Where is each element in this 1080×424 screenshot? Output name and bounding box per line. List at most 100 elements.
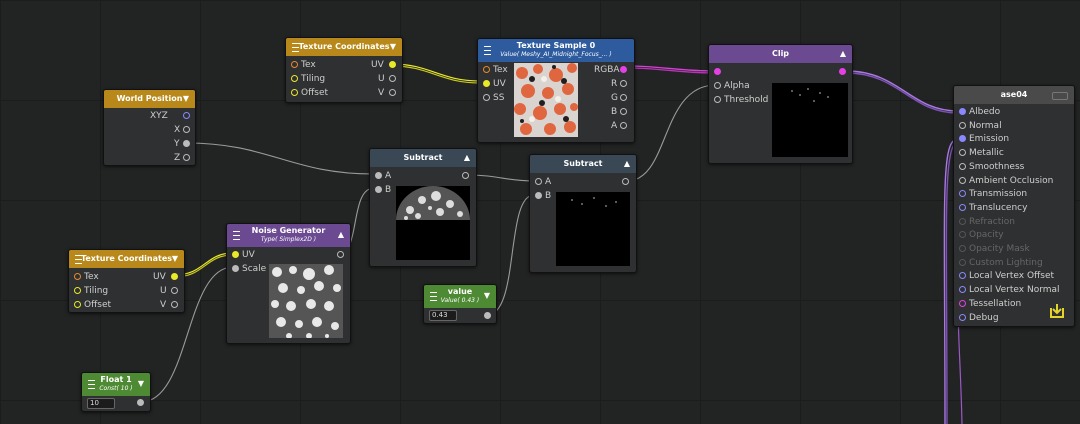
chevron-down-icon[interactable]: ▼ — [484, 290, 490, 301]
node-header[interactable]: Subtract ▲ — [370, 149, 476, 167]
collapse-icon[interactable]: ▲ — [464, 149, 470, 167]
subtract-preview-2 — [556, 192, 630, 266]
float-value-field[interactable]: 10 — [87, 398, 115, 409]
menu-icon[interactable] — [75, 255, 82, 264]
input-port[interactable] — [959, 121, 966, 129]
value-node[interactable]: value Value( 0.43 ) ▼ 0.43 — [423, 284, 497, 324]
output-port[interactable] — [622, 178, 629, 185]
output-port[interactable] — [484, 312, 491, 319]
output-port[interactable] — [389, 89, 396, 96]
output-port[interactable] — [462, 172, 469, 179]
texture-coordinates-node-top[interactable]: Texture Coordinates ▼ Tex Tiling Offset … — [285, 37, 403, 103]
output-input-label: Local Vertex Normal — [969, 285, 1060, 296]
output-port[interactable] — [389, 61, 396, 68]
save-icon[interactable] — [1048, 303, 1066, 319]
input-port[interactable] — [959, 108, 966, 115]
texture-coordinates-node-bottom[interactable]: Texture Coordinates ▼ Tex Tiling Offset … — [68, 249, 185, 313]
input-port[interactable] — [535, 192, 542, 199]
float-node[interactable]: Float 1 Const( 10 ) ▼ 10 — [81, 372, 151, 412]
output-port[interactable] — [389, 75, 396, 82]
output-port[interactable] — [183, 154, 190, 161]
world-position-node[interactable]: World Position ▼ XYZ X Y Z — [103, 89, 196, 166]
input-port[interactable] — [375, 172, 382, 179]
node-header[interactable]: World Position ▼ — [104, 90, 195, 108]
input-port[interactable] — [232, 265, 239, 272]
input-port[interactable] — [535, 178, 542, 185]
chevron-down-icon[interactable]: ▼ — [390, 38, 396, 56]
input-port[interactable] — [959, 190, 966, 198]
input-port[interactable] — [232, 251, 239, 258]
output-input-label: Translucency — [969, 202, 1028, 213]
output-input-label: Custom Lighting — [969, 257, 1043, 268]
output-port[interactable] — [620, 108, 627, 115]
output-port[interactable] — [337, 251, 344, 258]
clip-node[interactable]: Clip ▲ Alpha Threshold — [708, 44, 853, 164]
input-port[interactable] — [714, 82, 721, 89]
output-input-label: Opacity — [969, 230, 1004, 241]
output-port[interactable] — [620, 66, 627, 73]
output-port[interactable] — [171, 301, 178, 308]
noise-preview — [269, 264, 343, 338]
input-port[interactable] — [714, 68, 721, 75]
input-port[interactable] — [714, 96, 721, 103]
chevron-down-icon[interactable]: ▼ — [138, 378, 144, 389]
node-header[interactable]: Texture Coordinates ▼ — [286, 38, 402, 56]
texture-sample-node[interactable]: Texture Sample 0 Value( Meshy_AI_Midnigh… — [477, 38, 635, 143]
menu-icon[interactable] — [484, 46, 491, 55]
input-port[interactable] — [483, 94, 490, 101]
input-port[interactable] — [959, 149, 966, 157]
node-header[interactable]: value Value( 0.43 ) ▼ — [424, 285, 496, 308]
value-field[interactable]: 0.43 — [429, 310, 457, 321]
output-port[interactable] — [839, 68, 846, 75]
output-port[interactable] — [183, 140, 190, 147]
node-header[interactable]: Noise Generator Type( Simplex2D ) ▲ — [227, 224, 350, 247]
input-port[interactable] — [959, 135, 966, 143]
input-port[interactable] — [959, 162, 966, 170]
output-port[interactable] — [183, 112, 190, 119]
chevron-down-icon[interactable]: ▼ — [183, 90, 189, 108]
menu-icon[interactable] — [292, 43, 299, 52]
input-port[interactable] — [959, 272, 966, 280]
subtract-preview-1 — [396, 186, 470, 260]
node-header[interactable]: Float 1 Const( 10 ) ▼ — [82, 373, 150, 396]
input-port[interactable] — [483, 80, 490, 87]
collapse-icon[interactable]: ▲ — [338, 229, 344, 240]
subtract-node-2[interactable]: Subtract ▲ A B — [529, 154, 637, 273]
node-header[interactable]: Subtract ▲ — [530, 155, 636, 173]
output-port[interactable] — [137, 399, 144, 406]
input-port[interactable] — [291, 89, 298, 96]
output-port[interactable] — [171, 287, 178, 294]
input-port — [959, 245, 966, 252]
input-port[interactable] — [959, 203, 966, 211]
menu-icon[interactable] — [88, 380, 95, 389]
input-port[interactable] — [959, 286, 966, 294]
node-header[interactable]: Clip ▲ — [709, 45, 852, 63]
output-port[interactable] — [620, 94, 627, 101]
input-port[interactable] — [74, 287, 81, 294]
output-port[interactable] — [620, 80, 627, 87]
node-header[interactable]: Texture Coordinates ▼ — [69, 250, 184, 268]
noise-generator-node[interactable]: Noise Generator Type( Simplex2D ) ▲ UV S… — [226, 223, 351, 344]
menu-icon[interactable] — [430, 292, 437, 301]
input-port[interactable] — [375, 186, 382, 193]
menu-icon[interactable] — [233, 231, 240, 240]
input-port[interactable] — [959, 313, 966, 321]
input-port[interactable] — [291, 61, 298, 68]
input-port[interactable] — [291, 75, 298, 82]
output-port[interactable] — [171, 273, 178, 280]
output-port[interactable] — [620, 122, 627, 129]
collapse-icon[interactable]: ▲ — [624, 155, 630, 173]
input-port[interactable] — [74, 301, 81, 308]
collapse-icon[interactable]: ▲ — [840, 45, 846, 63]
output-port[interactable] — [183, 126, 190, 133]
chevron-down-icon[interactable]: ▼ — [172, 250, 178, 268]
node-header[interactable]: ase04 — [954, 86, 1074, 104]
node-header[interactable]: Texture Sample 0 Value( Meshy_AI_Midnigh… — [478, 39, 634, 62]
input-port[interactable] — [74, 273, 81, 280]
subtract-node-1[interactable]: Subtract ▲ A B — [369, 148, 477, 267]
input-port[interactable] — [483, 66, 490, 73]
input-port[interactable] — [959, 176, 966, 184]
master-output-node[interactable]: ase04 Albedo Normal Emission Metallic Smooth… — [953, 85, 1075, 327]
output-input-label: Refraction — [969, 216, 1015, 227]
input-port[interactable] — [959, 299, 966, 307]
